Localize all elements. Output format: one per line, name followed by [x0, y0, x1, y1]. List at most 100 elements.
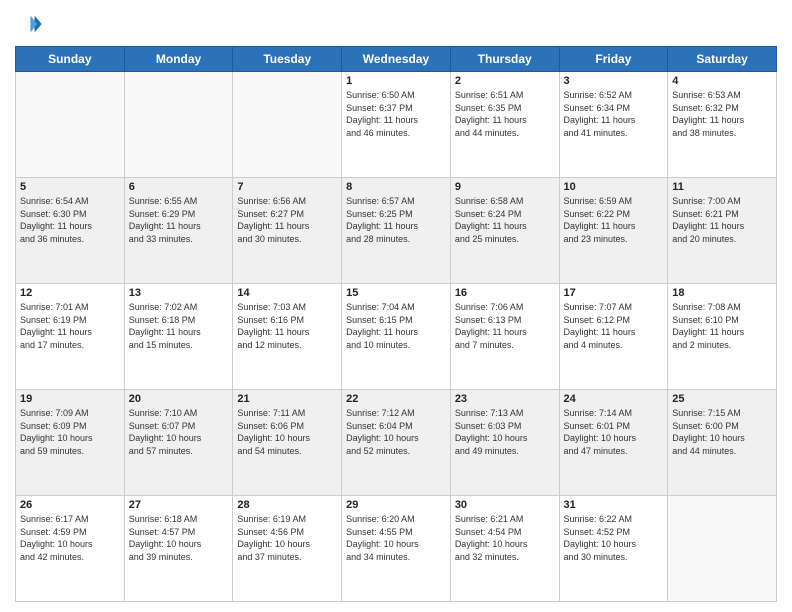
- calendar-cell: 25 Sunrise: 7:15 AM Sunset: 6:00 PM Dayli…: [668, 390, 777, 496]
- calendar-cell: 6 Sunrise: 6:55 AM Sunset: 6:29 PM Daylig…: [124, 178, 233, 284]
- day-number: 15: [346, 287, 446, 299]
- calendar-cell: 22 Sunrise: 7:12 AM Sunset: 6:04 PM Dayli…: [342, 390, 451, 496]
- day-number: 21: [237, 393, 337, 405]
- calendar-cell: 3 Sunrise: 6:52 AM Sunset: 6:34 PM Daylig…: [559, 72, 668, 178]
- day-number: 25: [672, 393, 772, 405]
- day-number: 9: [455, 181, 555, 193]
- day-header-tuesday: Tuesday: [233, 47, 342, 72]
- day-info: Sunrise: 6:57 AM Sunset: 6:25 PM Dayligh…: [346, 195, 446, 245]
- calendar-cell: 30Sunrise: 6:21 AM Sunset: 4:54 PM Dayli…: [450, 496, 559, 602]
- day-number: 1: [346, 75, 446, 87]
- calendar-cell: 19 Sunrise: 7:09 AM Sunset: 6:09 PM Dayli…: [16, 390, 125, 496]
- day-info: Sunrise: 6:21 AM Sunset: 4:54 PM Dayligh…: [455, 513, 555, 563]
- day-number: 11: [672, 181, 772, 193]
- calendar-cell: 4 Sunrise: 6:53 AM Sunset: 6:32 PM Daylig…: [668, 72, 777, 178]
- calendar-cell: 20Sunrise: 7:10 AM Sunset: 6:07 PM Dayli…: [124, 390, 233, 496]
- day-info: Sunrise: 6:56 AM Sunset: 6:27 PM Dayligh…: [237, 195, 337, 245]
- day-info: Sunrise: 7:07 AM Sunset: 6:12 PM Dayligh…: [564, 301, 664, 351]
- calendar-cell: 18 Sunrise: 7:08 AM Sunset: 6:10 PM Dayli…: [668, 284, 777, 390]
- calendar-cell: [16, 72, 125, 178]
- day-header-friday: Friday: [559, 47, 668, 72]
- day-header-thursday: Thursday: [450, 47, 559, 72]
- calendar-cell: [668, 496, 777, 602]
- calendar-header-row: SundayMondayTuesdayWednesdayThursdayFrid…: [16, 47, 777, 72]
- calendar-cell: 27 Sunrise: 6:18 AM Sunset: 4:57 PM Dayli…: [124, 496, 233, 602]
- calendar-cell: 2 Sunrise: 6:51 AM Sunset: 6:35 PM Daylig…: [450, 72, 559, 178]
- day-number: 12: [20, 287, 120, 299]
- day-number: 2: [455, 75, 555, 87]
- day-number: 19: [20, 393, 120, 405]
- calendar-cell: 5 Sunrise: 6:54 AM Sunset: 6:30 PM Daylig…: [16, 178, 125, 284]
- calendar-week-row: 12 Sunrise: 7:01 AM Sunset: 6:19 PM Dayli…: [16, 284, 777, 390]
- calendar-cell: 12 Sunrise: 7:01 AM Sunset: 6:19 PM Dayli…: [16, 284, 125, 390]
- day-number: 29: [346, 499, 446, 511]
- calendar-week-row: 5 Sunrise: 6:54 AM Sunset: 6:30 PM Daylig…: [16, 178, 777, 284]
- day-number: 7: [237, 181, 337, 193]
- calendar-week-row: 19 Sunrise: 7:09 AM Sunset: 6:09 PM Dayli…: [16, 390, 777, 496]
- calendar-cell: 11 Sunrise: 7:00 AM Sunset: 6:21 PM Dayli…: [668, 178, 777, 284]
- calendar-cell: [124, 72, 233, 178]
- calendar-cell: 31 Sunrise: 6:22 AM Sunset: 4:52 PM Dayli…: [559, 496, 668, 602]
- day-number: 17: [564, 287, 664, 299]
- day-number: 13: [129, 287, 229, 299]
- day-number: 26: [20, 499, 120, 511]
- day-header-saturday: Saturday: [668, 47, 777, 72]
- day-info: Sunrise: 7:06 AM Sunset: 6:13 PM Dayligh…: [455, 301, 555, 351]
- day-info: Sunrise: 6:59 AM Sunset: 6:22 PM Dayligh…: [564, 195, 664, 245]
- calendar-cell: 21 Sunrise: 7:11 AM Sunset: 6:06 PM Dayli…: [233, 390, 342, 496]
- logo-icon: [15, 10, 43, 38]
- day-info: Sunrise: 6:18 AM Sunset: 4:57 PM Dayligh…: [129, 513, 229, 563]
- day-info: Sunrise: 6:51 AM Sunset: 6:35 PM Dayligh…: [455, 89, 555, 139]
- calendar-cell: 8 Sunrise: 6:57 AM Sunset: 6:25 PM Daylig…: [342, 178, 451, 284]
- day-info: Sunrise: 7:01 AM Sunset: 6:19 PM Dayligh…: [20, 301, 120, 351]
- day-number: 4: [672, 75, 772, 87]
- day-number: 22: [346, 393, 446, 405]
- day-info: Sunrise: 7:03 AM Sunset: 6:16 PM Dayligh…: [237, 301, 337, 351]
- calendar-week-row: 1 Sunrise: 6:50 AM Sunset: 6:37 PM Daylig…: [16, 72, 777, 178]
- calendar-cell: 14Sunrise: 7:03 AM Sunset: 6:16 PM Dayli…: [233, 284, 342, 390]
- day-number: 6: [129, 181, 229, 193]
- day-info: Sunrise: 7:08 AM Sunset: 6:10 PM Dayligh…: [672, 301, 772, 351]
- day-info: Sunrise: 6:53 AM Sunset: 6:32 PM Dayligh…: [672, 89, 772, 139]
- day-info: Sunrise: 7:02 AM Sunset: 6:18 PM Dayligh…: [129, 301, 229, 351]
- day-info: Sunrise: 6:17 AM Sunset: 4:59 PM Dayligh…: [20, 513, 120, 563]
- day-info: Sunrise: 6:58 AM Sunset: 6:24 PM Dayligh…: [455, 195, 555, 245]
- calendar-cell: 9 Sunrise: 6:58 AM Sunset: 6:24 PM Daylig…: [450, 178, 559, 284]
- day-info: Sunrise: 7:13 AM Sunset: 6:03 PM Dayligh…: [455, 407, 555, 457]
- day-info: Sunrise: 6:20 AM Sunset: 4:55 PM Dayligh…: [346, 513, 446, 563]
- day-info: Sunrise: 7:00 AM Sunset: 6:21 PM Dayligh…: [672, 195, 772, 245]
- day-info: Sunrise: 6:50 AM Sunset: 6:37 PM Dayligh…: [346, 89, 446, 139]
- day-info: Sunrise: 6:54 AM Sunset: 6:30 PM Dayligh…: [20, 195, 120, 245]
- day-info: Sunrise: 7:10 AM Sunset: 6:07 PM Dayligh…: [129, 407, 229, 457]
- day-info: Sunrise: 7:09 AM Sunset: 6:09 PM Dayligh…: [20, 407, 120, 457]
- calendar-cell: 23Sunrise: 7:13 AM Sunset: 6:03 PM Dayli…: [450, 390, 559, 496]
- day-info: Sunrise: 7:12 AM Sunset: 6:04 PM Dayligh…: [346, 407, 446, 457]
- calendar-cell: 13 Sunrise: 7:02 AM Sunset: 6:18 PM Dayli…: [124, 284, 233, 390]
- day-number: 18: [672, 287, 772, 299]
- calendar-cell: 26 Sunrise: 6:17 AM Sunset: 4:59 PM Dayli…: [16, 496, 125, 602]
- calendar-cell: 16 Sunrise: 7:06 AM Sunset: 6:13 PM Dayli…: [450, 284, 559, 390]
- day-number: 3: [564, 75, 664, 87]
- day-number: 8: [346, 181, 446, 193]
- day-info: Sunrise: 6:22 AM Sunset: 4:52 PM Dayligh…: [564, 513, 664, 563]
- day-info: Sunrise: 7:04 AM Sunset: 6:15 PM Dayligh…: [346, 301, 446, 351]
- page: SundayMondayTuesdayWednesdayThursdayFrid…: [0, 0, 792, 612]
- header: [15, 10, 777, 38]
- day-info: Sunrise: 7:11 AM Sunset: 6:06 PM Dayligh…: [237, 407, 337, 457]
- day-number: 27: [129, 499, 229, 511]
- day-info: Sunrise: 6:52 AM Sunset: 6:34 PM Dayligh…: [564, 89, 664, 139]
- day-info: Sunrise: 6:55 AM Sunset: 6:29 PM Dayligh…: [129, 195, 229, 245]
- logo: [15, 10, 47, 38]
- calendar-table: SundayMondayTuesdayWednesdayThursdayFrid…: [15, 46, 777, 602]
- calendar-cell: 29 Sunrise: 6:20 AM Sunset: 4:55 PM Dayli…: [342, 496, 451, 602]
- calendar-cell: 7 Sunrise: 6:56 AM Sunset: 6:27 PM Daylig…: [233, 178, 342, 284]
- day-header-wednesday: Wednesday: [342, 47, 451, 72]
- day-number: 31: [564, 499, 664, 511]
- day-number: 16: [455, 287, 555, 299]
- calendar-cell: 17 Sunrise: 7:07 AM Sunset: 6:12 PM Dayli…: [559, 284, 668, 390]
- day-header-monday: Monday: [124, 47, 233, 72]
- day-info: Sunrise: 7:15 AM Sunset: 6:00 PM Dayligh…: [672, 407, 772, 457]
- day-info: Sunrise: 6:19 AM Sunset: 4:56 PM Dayligh…: [237, 513, 337, 563]
- day-number: 5: [20, 181, 120, 193]
- calendar-cell: 1 Sunrise: 6:50 AM Sunset: 6:37 PM Daylig…: [342, 72, 451, 178]
